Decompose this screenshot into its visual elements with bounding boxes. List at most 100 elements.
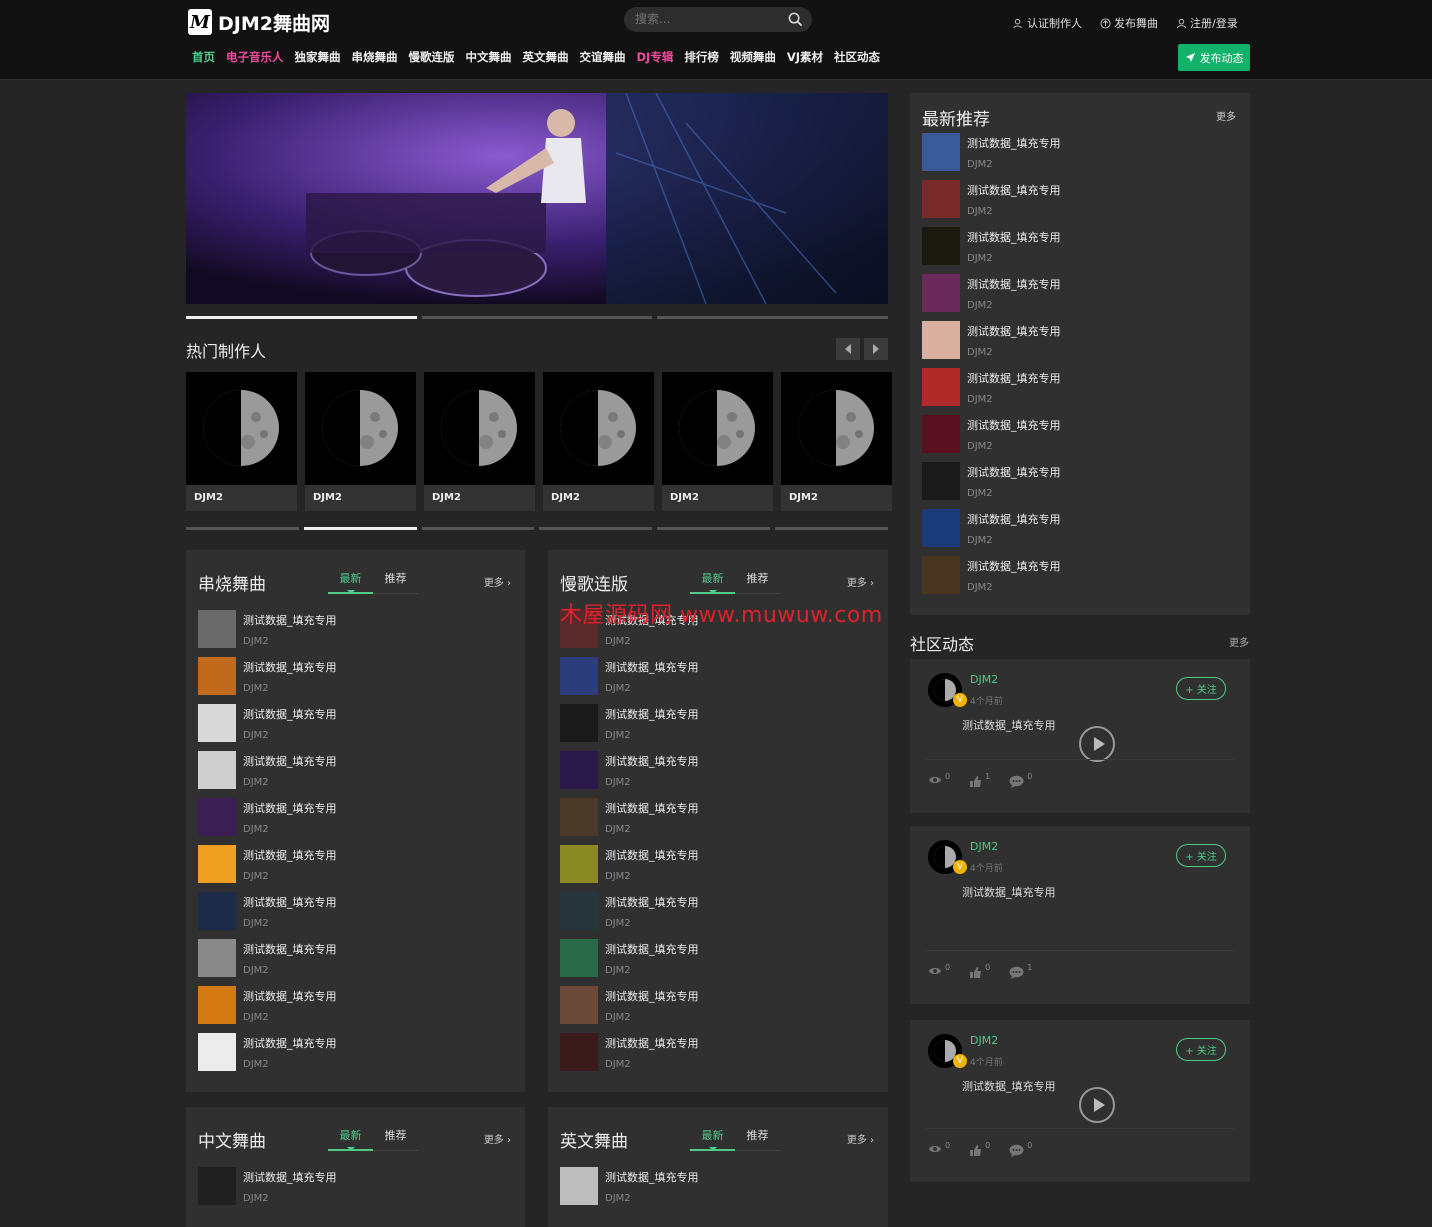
banner-dot[interactable] [186, 316, 417, 319]
list-item[interactable]: 测试数据_填充专用 DJM2 [922, 368, 1061, 415]
list-item[interactable]: 测试数据_填充专用 DJM2 [198, 892, 337, 939]
maker-card[interactable]: DJM2 [186, 372, 297, 511]
post-username[interactable]: DJM2 [970, 840, 998, 853]
stat-likes[interactable]: 1 [969, 772, 990, 790]
play-button[interactable] [1079, 726, 1115, 762]
nav-item[interactable]: 串烧舞曲 [352, 49, 398, 65]
makers-dot[interactable] [657, 527, 771, 530]
list-item[interactable]: 测试数据_填充专用 DJM2 [922, 227, 1061, 274]
publish-button[interactable]: 发布动态 [1178, 44, 1250, 71]
makers-dot[interactable] [421, 527, 535, 530]
list-item[interactable]: 测试数据_填充专用 DJM2 [198, 939, 337, 986]
tab-latest[interactable]: 最新 [690, 1127, 735, 1151]
more-link[interactable]: 更多 › [484, 1131, 511, 1146]
tab-latest[interactable]: 最新 [328, 1127, 373, 1151]
post-username[interactable]: DJM2 [970, 1034, 998, 1047]
list-item[interactable]: 测试数据_填充专用 DJM2 [560, 1167, 699, 1214]
stat-likes[interactable]: 0 [969, 1141, 990, 1159]
more-link[interactable]: 更多 › [847, 1131, 874, 1146]
list-item[interactable]: 测试数据_填充专用 DJM2 [922, 133, 1061, 180]
makers-dot[interactable] [539, 527, 653, 530]
community-more-link[interactable]: 更多 [1229, 634, 1249, 649]
tab-recommended[interactable]: 推荐 [735, 1127, 780, 1150]
maker-card[interactable]: DJM2 [305, 372, 416, 511]
nav-item[interactable]: VJ素材 [787, 49, 823, 65]
banner-dot[interactable] [421, 316, 653, 319]
certify-link[interactable]: 认证制作人 [1013, 15, 1082, 31]
maker-card[interactable]: DJM2 [424, 372, 535, 511]
tab-recommended[interactable]: 推荐 [373, 570, 418, 593]
list-item[interactable]: 测试数据_填充专用 DJM2 [560, 751, 699, 798]
list-item[interactable]: 测试数据_填充专用 DJM2 [922, 462, 1061, 509]
search-input[interactable] [635, 12, 780, 26]
list-item[interactable]: 测试数据_填充专用 DJM2 [560, 704, 699, 751]
list-item[interactable]: 测试数据_填充专用 DJM2 [922, 509, 1061, 556]
nav-item[interactable]: 慢歌连版 [409, 49, 455, 65]
list-item[interactable]: 测试数据_填充专用 DJM2 [922, 180, 1061, 227]
prev-button[interactable] [836, 338, 860, 360]
list-item[interactable]: 测试数据_填充专用 DJM2 [198, 610, 337, 657]
login-link[interactable]: 注册/登录 [1176, 15, 1238, 31]
stat-views[interactable]: 0 [928, 963, 950, 981]
next-button[interactable] [864, 338, 888, 360]
list-item[interactable]: 测试数据_填充专用 DJM2 [198, 657, 337, 704]
list-item[interactable]: 测试数据_填充专用 DJM2 [560, 939, 699, 986]
list-item[interactable]: 测试数据_填充专用 DJM2 [198, 704, 337, 751]
nav-item[interactable]: 视频舞曲 [730, 49, 776, 65]
tab-latest[interactable]: 最新 [690, 570, 735, 594]
site-logo[interactable]: M DJM2舞曲网 [188, 8, 330, 36]
tab-recommended[interactable]: 推荐 [373, 1127, 418, 1150]
list-item[interactable]: 测试数据_填充专用 DJM2 [560, 845, 699, 892]
list-item[interactable]: 测试数据_填充专用 DJM2 [560, 657, 699, 704]
list-item[interactable]: 测试数据_填充专用 DJM2 [198, 798, 337, 845]
follow-button[interactable]: + 关注 [1176, 1038, 1226, 1061]
stat-views[interactable]: 0 [928, 772, 950, 790]
post-username[interactable]: DJM2 [970, 673, 998, 686]
tab-latest[interactable]: 最新 [328, 570, 373, 594]
nav-item[interactable]: 排行榜 [684, 49, 719, 65]
nav-item[interactable]: 英文舞曲 [523, 49, 569, 65]
stat-comments[interactable]: 0 [1009, 1141, 1032, 1159]
nav-item[interactable]: 首页 [192, 49, 215, 65]
follow-button[interactable]: + 关注 [1176, 677, 1226, 700]
nav-item[interactable]: 电子音乐人 [226, 49, 284, 65]
list-item[interactable]: 测试数据_填充专用 DJM2 [198, 1167, 337, 1214]
list-item[interactable]: 测试数据_填充专用 DJM2 [922, 321, 1061, 368]
list-item[interactable]: 测试数据_填充专用 DJM2 [198, 1033, 337, 1080]
maker-card[interactable]: DJM2 [662, 372, 773, 511]
makers-dot[interactable] [186, 527, 299, 530]
nav-item[interactable]: 社区动态 [834, 49, 880, 65]
recommend-more-link[interactable]: 更多 [1216, 108, 1236, 123]
list-item[interactable]: 测试数据_填充专用 DJM2 [198, 845, 337, 892]
nav-item[interactable]: 中文舞曲 [466, 49, 512, 65]
more-link[interactable]: 更多 › [484, 574, 511, 589]
stat-likes[interactable]: 0 [969, 963, 990, 981]
list-item[interactable]: 测试数据_填充专用 DJM2 [560, 892, 699, 939]
tab-recommended[interactable]: 推荐 [735, 570, 780, 593]
stat-comments[interactable]: 1 [1009, 963, 1032, 981]
more-link[interactable]: 更多 › [847, 574, 874, 589]
makers-dot[interactable] [303, 527, 417, 530]
list-item[interactable]: 测试数据_填充专用 DJM2 [560, 798, 699, 845]
maker-card[interactable]: DJM2 [543, 372, 654, 511]
list-item[interactable]: 测试数据_填充专用 DJM2 [922, 556, 1061, 603]
nav-item[interactable]: 交谊舞曲 [580, 49, 626, 65]
makers-dot[interactable] [775, 527, 888, 530]
upload-link[interactable]: 发布舞曲 [1100, 15, 1158, 31]
nav-item[interactable]: DJ专辑 [637, 49, 674, 65]
list-item[interactable]: 测试数据_填充专用 DJM2 [560, 986, 699, 1033]
list-item[interactable]: 测试数据_填充专用 DJM2 [198, 986, 337, 1033]
stat-comments[interactable]: 0 [1009, 772, 1032, 790]
maker-card[interactable]: DJM2 [781, 372, 892, 511]
list-item[interactable]: 测试数据_填充专用 DJM2 [198, 751, 337, 798]
stat-views[interactable]: 0 [928, 1141, 950, 1159]
list-item[interactable]: 测试数据_填充专用 DJM2 [560, 1033, 699, 1080]
play-button[interactable] [1079, 1087, 1115, 1123]
list-item[interactable]: 测试数据_填充专用 DJM2 [922, 415, 1061, 462]
list-item[interactable]: 测试数据_填充专用 DJM2 [922, 274, 1061, 321]
search-icon[interactable] [788, 12, 803, 27]
follow-button[interactable]: + 关注 [1176, 844, 1226, 867]
hero-banner[interactable] [186, 93, 888, 304]
banner-dot[interactable] [657, 316, 889, 319]
nav-item[interactable]: 独家舞曲 [295, 49, 341, 65]
